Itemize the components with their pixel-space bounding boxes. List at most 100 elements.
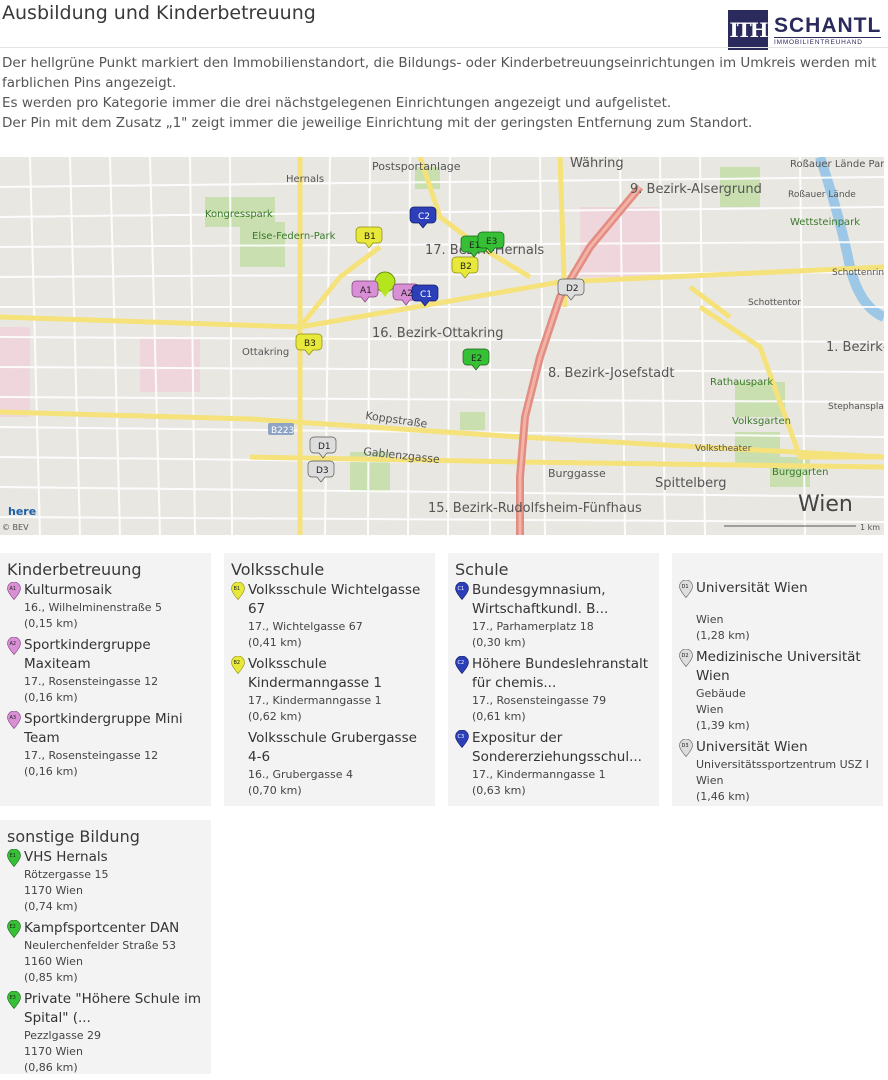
- list-item[interactable]: B1 Volksschule Wichtelgasse 67 17., Wich…: [231, 581, 429, 651]
- svg-text:D3: D3: [682, 743, 689, 749]
- item-distance: (0,86 km): [24, 1061, 78, 1074]
- item-address: 16., Grubergasse 4: [248, 768, 354, 781]
- pin-label-C2: C2: [418, 212, 430, 222]
- item-distance: (1,28 km): [696, 629, 750, 642]
- list-item[interactable]: D2 Medizinische Universität Wien Gebäude…: [679, 648, 877, 734]
- pin-c1-icon: C1: [455, 582, 469, 600]
- svg-text:C3: C3: [458, 734, 465, 740]
- panel-title: Schule: [455, 560, 509, 579]
- item-city: 1160 Wien: [24, 955, 83, 968]
- item-name: Bundesgymnasium, Wirtschaftkundl. B...: [472, 582, 609, 617]
- pin-c3-icon: C3: [455, 730, 469, 748]
- svg-text:E3: E3: [10, 995, 16, 1001]
- svg-text:A2: A2: [10, 641, 17, 647]
- svg-text:D2: D2: [682, 653, 689, 659]
- pin-label-E2: E2: [471, 354, 482, 364]
- svg-text:A3: A3: [10, 715, 17, 721]
- list-item[interactable]: A3 Sportkindergruppe Mini Team 17., Rose…: [7, 710, 205, 780]
- map-label-wien: Wien: [798, 492, 853, 517]
- item-distance: (1,39 km): [696, 719, 750, 732]
- item-address: 17., Rosensteingasse 12: [24, 749, 159, 762]
- pin-label-D3: D3: [316, 466, 329, 476]
- panel-volksschule: Volksschule B1 Volksschule Wichtelgasse …: [224, 553, 435, 806]
- map-label-ottakring-16: 16. Bezirk-Ottakring: [372, 326, 503, 341]
- list-item[interactable]: A2 Sportkindergruppe Maxiteam 17., Rosen…: [7, 636, 205, 706]
- list-item[interactable]: Volksschule Grubergasse 4-6 16., Gruberg…: [231, 729, 429, 799]
- item-name: Kulturmosaik: [24, 582, 112, 598]
- map-label-spittelberg: Spittelberg: [655, 476, 727, 491]
- item-distance: (0,30 km): [472, 636, 526, 649]
- item-name: Private "Höhere Schule im Spital" (...: [24, 991, 202, 1026]
- panel-title: Kinderbetreuung: [7, 560, 142, 579]
- logo-subtitle: IMMOBILIENTREUHAND: [774, 36, 882, 46]
- intro-line-1: Der hellgrüne Punkt markiert den Immobil…: [2, 55, 877, 91]
- pin-d1-icon: D1: [679, 580, 693, 598]
- item-distance: (1,46 km): [696, 790, 750, 803]
- svg-text:C2: C2: [458, 660, 465, 666]
- map-label-burggarten: Burggarten: [772, 467, 828, 478]
- item-address: 17., Parhamerplatz 18: [472, 620, 594, 633]
- list-item[interactable]: D3 Universität Wien Universitätssportzen…: [679, 738, 877, 805]
- item-address: 17., Kindermanngasse 1: [248, 694, 382, 707]
- map-view[interactable]: Postsportanlage Währing Roßauer Lände Pa…: [0, 157, 884, 535]
- panel-schule: Schule C1 Bundesgymnasium, Wirtschaftkun…: [448, 553, 659, 806]
- svg-text:E1: E1: [10, 853, 16, 859]
- item-distance: (0,61 km): [472, 710, 526, 723]
- item-distance: (0,16 km): [24, 691, 78, 704]
- list-item[interactable]: B2 Volksschule Kindermanngasse 1 17., Ki…: [231, 655, 429, 725]
- item-name: Sportkindergruppe Mini Team: [24, 711, 183, 746]
- item-city: 1170 Wien: [24, 1045, 83, 1058]
- pin-label-D1: D1: [318, 442, 331, 452]
- pin-label-B1: B1: [364, 232, 376, 242]
- item-address: Pezzlgasse 29: [24, 1029, 102, 1042]
- item-distance: (0,41 km): [248, 636, 302, 649]
- map-label-rathauspark: Rathauspark: [710, 377, 773, 388]
- item-address: Wien: [696, 613, 724, 626]
- intro-line-2: Es werden pro Kategorie immer die drei n…: [2, 95, 672, 111]
- pin-d3-icon: D3: [679, 739, 693, 757]
- item-name: Universität Wien: [696, 580, 808, 596]
- map-label-volksgarten: Volksgarten: [732, 416, 791, 427]
- pin-label-D2: D2: [566, 284, 579, 294]
- svg-text:A1: A1: [10, 586, 17, 592]
- map-label-rossauer-lande: Roßauer Lände: [788, 190, 856, 200]
- map-label-kongresspark: Kongresspark: [205, 209, 273, 220]
- list-item[interactable]: C2 Höhere Bundeslehranstalt für chemis..…: [455, 655, 653, 725]
- item-distance: (0,70 km): [248, 784, 302, 797]
- pin-e3-icon: E3: [7, 991, 21, 1009]
- svg-text:C1: C1: [458, 586, 465, 592]
- map-label-b223: B223: [271, 426, 294, 436]
- map-label-wettsteinpark: Wettsteinpark: [790, 217, 860, 228]
- intro-line-3: Der Pin mit dem Zusatz „1" zeigt immer d…: [2, 115, 753, 131]
- item-city: 1170 Wien: [24, 884, 83, 897]
- here-logo: here: [8, 505, 36, 518]
- map-label-volkstheater: Volkstheater: [695, 444, 752, 454]
- intro-text: Der hellgrüne Punkt markiert den Immobil…: [2, 53, 882, 133]
- item-address: Rötzergasse 15: [24, 868, 109, 881]
- list-item[interactable]: E2 Kampfsportcenter DAN Neulerchenfelder…: [7, 919, 205, 986]
- pin-a2-icon: A2: [7, 637, 21, 655]
- list-item[interactable]: E1 VHS Hernals Rötzergasse 15 1170 Wien …: [7, 848, 205, 915]
- panel-sonstige-bildung: sonstige Bildung E1 VHS Hernals Rötzerga…: [0, 820, 211, 1074]
- item-name: Expositur der Sondererziehungsschul...: [472, 730, 642, 765]
- list-item[interactable]: C3 Expositur der Sondererziehungsschul..…: [455, 729, 653, 799]
- pin-label-E3: E3: [486, 237, 497, 247]
- item-name: Höhere Bundeslehranstalt für chemis...: [472, 656, 649, 691]
- panel-kinderbetreuung: Kinderbetreuung A1 Kulturmosaik 16., Wil…: [0, 553, 211, 806]
- list-item[interactable]: A1 Kulturmosaik 16., Wilhelminenstraße 5…: [7, 581, 205, 632]
- item-name: Volksschule Kindermanngasse 1: [248, 656, 382, 691]
- item-name: Medizinische Universität Wien: [696, 649, 861, 684]
- list-item[interactable]: E3 Private "Höhere Schule im Spital" (..…: [7, 990, 205, 1076]
- pin-c2-icon: C2: [455, 656, 469, 674]
- list-item[interactable]: C1 Bundesgymnasium, Wirtschaftkundl. B..…: [455, 581, 653, 651]
- item-name: Universität Wien: [696, 739, 808, 755]
- item-city: Wien: [696, 774, 724, 787]
- item-name: Volksschule Wichtelgasse 67: [248, 582, 421, 617]
- list-item[interactable]: D1 Universität Wien Wien (1,28 km): [679, 579, 877, 644]
- item-address: Gebäude: [696, 687, 746, 700]
- pin-a3-icon: A3: [7, 711, 21, 729]
- map-label-schottentor: Schottentor: [748, 298, 801, 308]
- map-label-burggasse: Burggasse: [548, 467, 606, 480]
- svg-text:E2: E2: [10, 924, 16, 930]
- logo-name: SCHANTL: [774, 13, 882, 37]
